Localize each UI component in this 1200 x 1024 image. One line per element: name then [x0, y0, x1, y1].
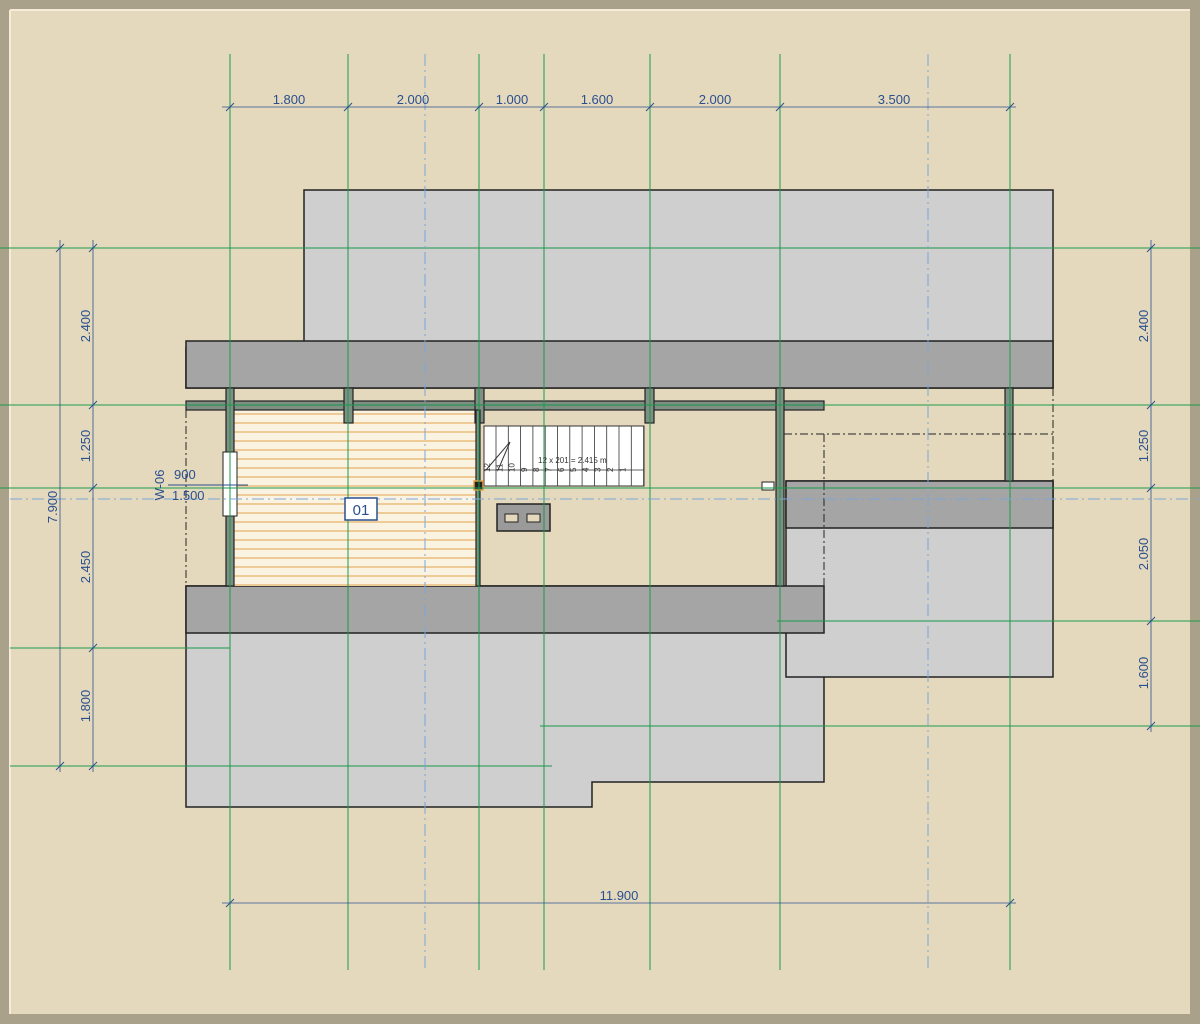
stair-step-number: 2 — [606, 467, 615, 472]
window-height: 1.500 — [172, 488, 205, 503]
stair-step-number: 4 — [581, 467, 590, 472]
stair-step-number: 5 — [569, 467, 578, 472]
dim-left-total: 7.900 — [45, 491, 60, 524]
floor-plan-canvas[interactable]: 12 x 201 = 2.415 m 12 11 10 9 8 7 6 5 4 3 2 1 1.800… — [0, 0, 1200, 1024]
dim-top-1: 1.800 — [273, 92, 306, 107]
beam-top — [185, 340, 1054, 389]
drawing-frame: 12 x 201 = 2.415 m 12 11 10 9 8 7 6 5 4 3 2 1 1.800… — [0, 0, 1200, 1024]
dim-top-4: 1.600 — [581, 92, 614, 107]
chimney-flue-2 — [526, 513, 541, 523]
chimney-flue-1 — [504, 513, 519, 523]
dim-top-3: 1.000 — [496, 92, 529, 107]
stair-step-number: 10 — [508, 463, 517, 472]
dim-right-3: 2.050 — [1136, 538, 1151, 571]
dim-right-2: 1.250 — [1136, 430, 1151, 463]
dim-right-4: 1.600 — [1136, 657, 1151, 690]
window-width: 900 — [174, 467, 196, 482]
dim-left-3: 2.450 — [78, 551, 93, 584]
beam-bottom — [185, 585, 825, 634]
stair-step-number: 9 — [520, 467, 529, 472]
window-tag: W-06 — [152, 470, 167, 501]
room-label: 01 — [353, 502, 370, 519]
small-element-marker — [761, 481, 775, 491]
dim-right-1: 2.400 — [1136, 310, 1151, 343]
stair-step-number: 7 — [545, 467, 554, 472]
dim-left-1: 2.400 — [78, 310, 93, 343]
dim-top-5: 2.000 — [699, 92, 732, 107]
dim-left-2: 1.250 — [78, 430, 93, 463]
stair-step-number: 1 — [618, 467, 627, 472]
stair-step-number: 12 — [483, 463, 492, 472]
dim-left-4: 1.800 — [78, 690, 93, 723]
stair-label: 12 x 201 = 2.415 m — [538, 456, 607, 465]
dim-bottom-total: 11.900 — [600, 888, 639, 903]
stair-step-number: 8 — [532, 467, 541, 472]
stair-step-number: 3 — [594, 467, 603, 472]
stair-step-number: 11 — [495, 463, 504, 472]
stair-step-number: 6 — [557, 467, 566, 472]
dim-top-6: 3.500 — [878, 92, 911, 107]
dim-top-2: 2.000 — [397, 92, 430, 107]
